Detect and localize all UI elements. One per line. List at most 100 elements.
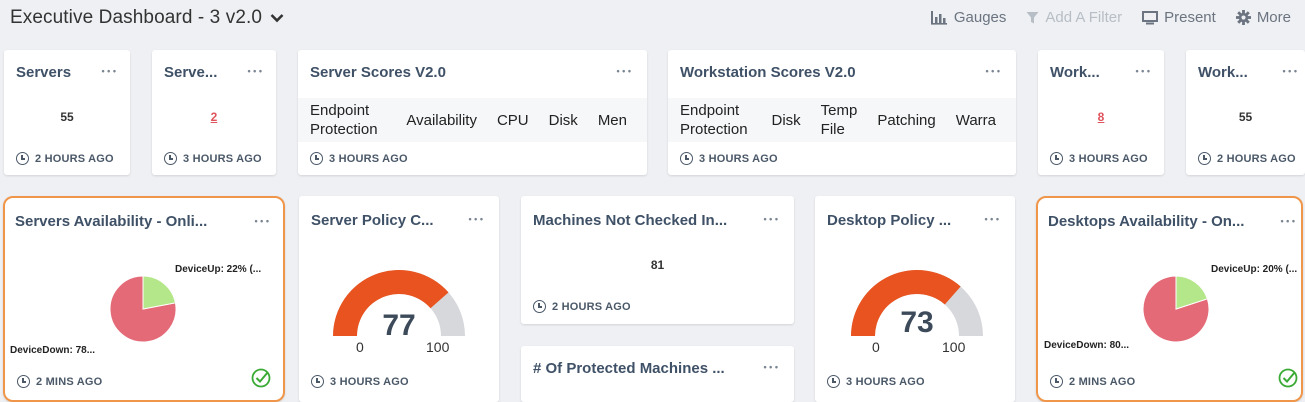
server-scores-card[interactable]: Server Scores V2.0 • • • Endpoint Protec… (298, 50, 647, 175)
card-title: Servers (16, 64, 72, 81)
pie-label-device-up: DeviceUp: 20% (... (1211, 264, 1298, 275)
clock-icon (1050, 152, 1063, 165)
clock-icon (311, 375, 324, 388)
clock-icon (17, 375, 30, 388)
add-filter-button[interactable]: Add A Filter (1016, 9, 1132, 26)
score-col-cpu: CPU (496, 111, 529, 129)
chevron-down-icon (270, 14, 284, 23)
servers-card[interactable]: Servers • • • 55 2 HOURS AGO (4, 50, 130, 175)
more-dots-icon[interactable]: • • • (1281, 216, 1295, 226)
card-title: Server Scores V2.0 (310, 64, 446, 81)
monitor-icon (1142, 10, 1159, 24)
gauge-value: 77 (382, 309, 416, 342)
score-col-temp-file: Temp File (820, 102, 858, 138)
clock-icon (164, 152, 177, 165)
card-title: Serve... (164, 64, 218, 81)
score-columns: Endpoint Protection Disk Temp File Patch… (668, 98, 1016, 142)
more-dots-icon[interactable]: • • • (985, 214, 999, 224)
clock-icon (680, 152, 693, 165)
workstations-2-card[interactable]: Work... • • • 55 2 HOURS AGO (1186, 50, 1305, 175)
more-dots-icon[interactable]: • • • (764, 362, 778, 372)
more-dots-icon[interactable]: • • • (764, 214, 778, 224)
card-value-link[interactable]: 8 (1038, 110, 1164, 124)
more-dots-icon[interactable]: • • • (617, 66, 631, 76)
card-footer: 3 HOURS AGO (311, 375, 409, 388)
gauge-max: 100 (426, 339, 450, 355)
updated-time: 3 HOURS AGO (699, 152, 778, 165)
score-columns: Endpoint Protection Availability CPU Dis… (298, 98, 647, 142)
gauge-min: 0 (872, 339, 880, 355)
present-button[interactable]: Present (1132, 9, 1226, 26)
servers-availability-card[interactable]: Servers Availability - Onli... • • • Dev… (3, 196, 285, 402)
card-title: Desktop Policy ... (827, 212, 952, 229)
protected-machines-card[interactable]: # Of Protected Machines ... • • • (521, 346, 794, 402)
card-value: 55 (60, 110, 74, 124)
card-value: 81 (650, 258, 665, 272)
card-footer: 2 HOURS AGO (16, 152, 114, 165)
clock-icon (16, 152, 29, 165)
pie-slice-device-up[interactable] (142, 275, 177, 310)
card-title: Servers Availability - Onli... (15, 213, 208, 230)
present-label: Present (1164, 9, 1216, 26)
updated-time: 2 MINS AGO (1069, 375, 1136, 388)
servers-2-card[interactable]: Serve... • • • 2 3 HOURS AGO (152, 50, 276, 175)
score-col-warranty: Warra (955, 111, 996, 129)
card-footer: 3 HOURS AGO (164, 152, 262, 165)
updated-time: 2 HOURS AGO (552, 300, 631, 313)
clock-icon (1198, 152, 1211, 165)
score-col-disk: Disk (548, 111, 578, 129)
card-value: 55 (1238, 110, 1253, 124)
dashboard-title-dropdown[interactable]: Executive Dashboard - 3 v2.0 (10, 7, 284, 29)
desktop-policy-card[interactable]: Desktop Policy ... • • • 73 0 100 3 HOUR… (815, 196, 1015, 402)
card-footer: 3 HOURS AGO (310, 152, 408, 165)
score-col-disk: Disk (771, 111, 801, 129)
workstation-scores-card[interactable]: Workstation Scores V2.0 • • • Endpoint P… (668, 50, 1016, 175)
more-button[interactable]: More (1226, 9, 1301, 26)
card-title: Server Policy C... (311, 212, 434, 229)
gauges-label: Gauges (953, 9, 1007, 26)
dashboard-title: Executive Dashboard - 3 v2.0 (10, 7, 263, 28)
dashboard-header: Executive Dashboard - 3 v2.0 Gauges Add … (0, 0, 1305, 38)
more-dots-icon[interactable]: • • • (469, 214, 483, 224)
updated-time: 2 MINS AGO (36, 375, 103, 388)
card-title: Work... (1050, 64, 1100, 81)
header-actions: Gauges Add A Filter Present More (920, 9, 1301, 26)
gauge-min: 0 (356, 339, 364, 355)
gauges-button[interactable]: Gauges (920, 9, 1017, 26)
clock-icon (827, 375, 840, 388)
pie-label-device-down: DeviceDown: 80... (1044, 340, 1130, 351)
card-footer: 2 HOURS AGO (533, 300, 631, 313)
desktops-availability-card[interactable]: Desktops Availability - On... • • • Devi… (1036, 196, 1303, 402)
card-footer: 3 HOURS AGO (1050, 152, 1148, 165)
availability-pie-chart (109, 275, 177, 343)
machines-not-checked-card[interactable]: Machines Not Checked In... • • • 81 2 HO… (521, 196, 794, 324)
more-dots-icon[interactable]: • • • (248, 66, 262, 76)
more-dots-icon[interactable]: • • • (1136, 66, 1150, 76)
gauge-value: 73 (900, 306, 934, 339)
card-title: Desktops Availability - On... (1048, 213, 1245, 230)
updated-time: 2 HOURS AGO (1217, 152, 1296, 165)
server-policy-card[interactable]: Server Policy C... • • • 77 0 100 3 HOUR… (299, 196, 499, 402)
card-footer: 3 HOURS AGO (680, 152, 778, 165)
updated-time: 3 HOURS AGO (1069, 152, 1148, 165)
pie-label-device-up: DeviceUp: 22% (... (175, 264, 262, 275)
card-value-link[interactable]: 2 (152, 110, 276, 124)
add-filter-label: Add A Filter (1045, 9, 1123, 26)
more-dots-icon[interactable]: • • • (1283, 66, 1297, 76)
gear-icon (1235, 10, 1251, 25)
check-circle-icon (251, 368, 271, 388)
more-dots-icon[interactable]: • • • (102, 66, 116, 76)
workstations-card[interactable]: Work... • • • 8 3 HOURS AGO (1038, 50, 1164, 175)
filter-icon (1026, 11, 1039, 23)
score-col-patching: Patching (877, 111, 936, 129)
score-col-memory: Men (597, 111, 627, 129)
more-dots-icon[interactable]: • • • (986, 66, 1000, 76)
more-dots-icon[interactable]: • • • (255, 216, 269, 226)
card-title: Workstation Scores V2.0 (680, 64, 856, 81)
clock-icon (310, 152, 323, 165)
card-footer: 2 MINS AGO (17, 375, 102, 388)
availability-pie-chart (1142, 275, 1210, 343)
score-col-endpoint: Endpoint Protection (310, 102, 378, 138)
updated-time: 3 HOURS AGO (329, 152, 408, 165)
gauge-max: 100 (942, 339, 966, 355)
